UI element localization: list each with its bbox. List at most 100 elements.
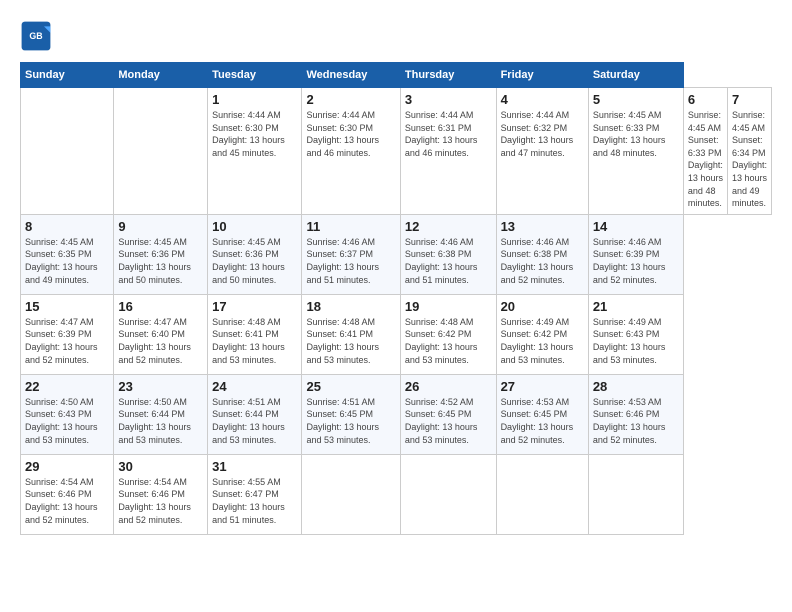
day-info: Sunrise: 4:45 AMSunset: 6:35 PMDaylight:… xyxy=(25,236,109,286)
calendar-cell: 21 Sunrise: 4:49 AMSunset: 6:43 PMDayligh… xyxy=(588,294,683,374)
calendar-cell: 10 Sunrise: 4:45 AMSunset: 6:36 PMDayligh… xyxy=(208,214,302,294)
calendar-cell: 18 Sunrise: 4:48 AMSunset: 6:41 PMDayligh… xyxy=(302,294,400,374)
day-info: Sunrise: 4:45 AMSunset: 6:34 PMDaylight:… xyxy=(732,109,767,210)
day-info: Sunrise: 4:53 AMSunset: 6:45 PMDaylight:… xyxy=(501,396,584,446)
calendar-week-row: 22 Sunrise: 4:50 AMSunset: 6:43 PMDayligh… xyxy=(21,374,772,454)
day-number: 3 xyxy=(405,92,492,107)
day-info: Sunrise: 4:44 AMSunset: 6:30 PMDaylight:… xyxy=(306,109,395,159)
logo-icon: GB xyxy=(20,20,52,52)
calendar-cell: 22 Sunrise: 4:50 AMSunset: 6:43 PMDayligh… xyxy=(21,374,114,454)
column-header-saturday: Saturday xyxy=(588,63,683,88)
calendar-cell: 1Sunrise: 4:44 AMSunset: 6:30 PMDaylight… xyxy=(208,88,302,215)
calendar-cell: 15 Sunrise: 4:47 AMSunset: 6:39 PMDayligh… xyxy=(21,294,114,374)
calendar-cell xyxy=(400,454,496,534)
calendar-cell: 14 Sunrise: 4:46 AMSunset: 6:39 PMDayligh… xyxy=(588,214,683,294)
day-number: 25 xyxy=(306,379,395,394)
logo: GB xyxy=(20,20,56,52)
calendar-header: SundayMondayTuesdayWednesdayThursdayFrid… xyxy=(21,63,772,88)
calendar-cell xyxy=(302,454,400,534)
calendar-cell: 6Sunrise: 4:45 AMSunset: 6:33 PMDaylight… xyxy=(683,88,727,215)
calendar-table: SundayMondayTuesdayWednesdayThursdayFrid… xyxy=(20,62,772,535)
day-info: Sunrise: 4:44 AMSunset: 6:31 PMDaylight:… xyxy=(405,109,492,159)
calendar-cell: 12Sunrise: 4:46 AMSunset: 6:38 PMDayligh… xyxy=(400,214,496,294)
column-header-tuesday: Tuesday xyxy=(208,63,302,88)
day-info: Sunrise: 4:46 AMSunset: 6:38 PMDaylight:… xyxy=(501,236,584,286)
calendar-cell: 4Sunrise: 4:44 AMSunset: 6:32 PMDaylight… xyxy=(496,88,588,215)
day-number: 28 xyxy=(593,379,679,394)
day-info: Sunrise: 4:51 AMSunset: 6:45 PMDaylight:… xyxy=(306,396,395,446)
column-header-sunday: Sunday xyxy=(21,63,114,88)
calendar-cell: 2 Sunrise: 4:44 AMSunset: 6:30 PMDaylight… xyxy=(302,88,400,215)
day-number: 26 xyxy=(405,379,492,394)
calendar-cell xyxy=(496,454,588,534)
calendar-cell xyxy=(21,88,114,215)
day-info: Sunrise: 4:54 AMSunset: 6:46 PMDaylight:… xyxy=(25,476,109,526)
day-info: Sunrise: 4:49 AMSunset: 6:42 PMDaylight:… xyxy=(501,316,584,366)
day-number: 5 xyxy=(593,92,679,107)
day-number: 11 xyxy=(306,219,395,234)
calendar-week-row: 29 Sunrise: 4:54 AMSunset: 6:46 PMDayligh… xyxy=(21,454,772,534)
day-info: Sunrise: 4:45 AMSunset: 6:36 PMDaylight:… xyxy=(118,236,203,286)
calendar-week-row: 1 Sunrise: 4:44 AMSunset: 6:30 PMDaylight… xyxy=(21,88,772,215)
calendar-week-row: 15 Sunrise: 4:47 AMSunset: 6:39 PMDayligh… xyxy=(21,294,772,374)
calendar-cell: 31 Sunrise: 4:55 AMSunset: 6:47 PMDayligh… xyxy=(208,454,302,534)
day-number: 12 xyxy=(405,219,492,234)
calendar-cell: 23 Sunrise: 4:50 AMSunset: 6:44 PMDayligh… xyxy=(114,374,208,454)
day-info: Sunrise: 4:45 AMSunset: 6:33 PMDaylight:… xyxy=(593,109,679,159)
calendar-cell: 11Sunrise: 4:46 AMSunset: 6:37 PMDayligh… xyxy=(302,214,400,294)
calendar-cell xyxy=(588,454,683,534)
day-number: 1 xyxy=(212,92,297,107)
day-number: 7 xyxy=(732,92,767,107)
day-number: 15 xyxy=(25,299,109,314)
calendar-week-row: 8Sunrise: 4:45 AMSunset: 6:35 PMDaylight… xyxy=(21,214,772,294)
day-info: Sunrise: 4:50 AMSunset: 6:43 PMDaylight:… xyxy=(25,396,109,446)
column-header-monday: Monday xyxy=(114,63,208,88)
day-number: 2 xyxy=(306,92,395,107)
day-info: Sunrise: 4:51 AMSunset: 6:44 PMDaylight:… xyxy=(212,396,297,446)
day-info: Sunrise: 4:45 AMSunset: 6:36 PMDaylight:… xyxy=(212,236,297,286)
day-number: 29 xyxy=(25,459,109,474)
column-header-friday: Friday xyxy=(496,63,588,88)
day-number: 4 xyxy=(501,92,584,107)
day-info: Sunrise: 4:50 AMSunset: 6:44 PMDaylight:… xyxy=(118,396,203,446)
day-info: Sunrise: 4:47 AMSunset: 6:39 PMDaylight:… xyxy=(25,316,109,366)
day-info: Sunrise: 4:48 AMSunset: 6:41 PMDaylight:… xyxy=(212,316,297,366)
calendar-cell: 28 Sunrise: 4:53 AMSunset: 6:46 PMDayligh… xyxy=(588,374,683,454)
calendar-cell: 24 Sunrise: 4:51 AMSunset: 6:44 PMDayligh… xyxy=(208,374,302,454)
calendar-cell: 30 Sunrise: 4:54 AMSunset: 6:46 PMDayligh… xyxy=(114,454,208,534)
day-number: 20 xyxy=(501,299,584,314)
day-number: 30 xyxy=(118,459,203,474)
calendar-cell: 19Sunrise: 4:48 AMSunset: 6:42 PMDayligh… xyxy=(400,294,496,374)
day-number: 27 xyxy=(501,379,584,394)
day-number: 16 xyxy=(118,299,203,314)
day-info: Sunrise: 4:55 AMSunset: 6:47 PMDaylight:… xyxy=(212,476,297,526)
calendar-cell: 26 Sunrise: 4:52 AMSunset: 6:45 PMDayligh… xyxy=(400,374,496,454)
calendar-cell xyxy=(114,88,208,215)
calendar-cell: 25 Sunrise: 4:51 AMSunset: 6:45 PMDayligh… xyxy=(302,374,400,454)
day-number: 23 xyxy=(118,379,203,394)
day-number: 21 xyxy=(593,299,679,314)
calendar-cell: 16Sunrise: 4:47 AMSunset: 6:40 PMDayligh… xyxy=(114,294,208,374)
day-info: Sunrise: 4:52 AMSunset: 6:45 PMDaylight:… xyxy=(405,396,492,446)
calendar-cell: 3 Sunrise: 4:44 AMSunset: 6:31 PMDaylight… xyxy=(400,88,496,215)
day-number: 10 xyxy=(212,219,297,234)
day-number: 24 xyxy=(212,379,297,394)
day-info: Sunrise: 4:49 AMSunset: 6:43 PMDaylight:… xyxy=(593,316,679,366)
column-header-thursday: Thursday xyxy=(400,63,496,88)
day-info: Sunrise: 4:45 AMSunset: 6:33 PMDaylight:… xyxy=(688,109,723,210)
page-header: GB xyxy=(20,20,772,52)
day-number: 31 xyxy=(212,459,297,474)
calendar-cell: 13Sunrise: 4:46 AMSunset: 6:38 PMDayligh… xyxy=(496,214,588,294)
day-info: Sunrise: 4:54 AMSunset: 6:46 PMDaylight:… xyxy=(118,476,203,526)
calendar-cell: 29 Sunrise: 4:54 AMSunset: 6:46 PMDayligh… xyxy=(21,454,114,534)
day-number: 14 xyxy=(593,219,679,234)
calendar-cell: 5 Sunrise: 4:45 AMSunset: 6:33 PMDaylight… xyxy=(588,88,683,215)
day-number: 22 xyxy=(25,379,109,394)
day-info: Sunrise: 4:48 AMSunset: 6:42 PMDaylight:… xyxy=(405,316,492,366)
day-info: Sunrise: 4:46 AMSunset: 6:39 PMDaylight:… xyxy=(593,236,679,286)
day-info: Sunrise: 4:53 AMSunset: 6:46 PMDaylight:… xyxy=(593,396,679,446)
day-info: Sunrise: 4:48 AMSunset: 6:41 PMDaylight:… xyxy=(306,316,395,366)
day-number: 18 xyxy=(306,299,395,314)
calendar-cell: 17Sunrise: 4:48 AMSunset: 6:41 PMDayligh… xyxy=(208,294,302,374)
calendar-cell: 20 Sunrise: 4:49 AMSunset: 6:42 PMDayligh… xyxy=(496,294,588,374)
